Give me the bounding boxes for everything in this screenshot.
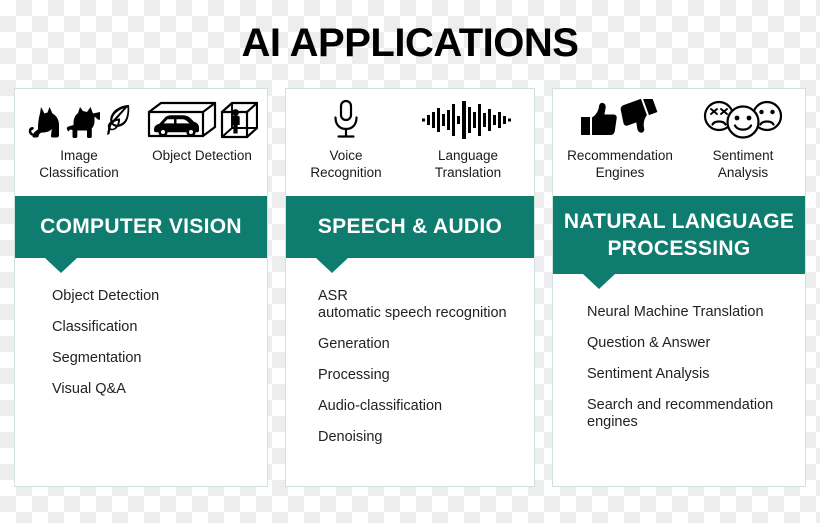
list-item: Denoising (318, 429, 383, 445)
banner-speech-and-audio: SPEECH & AUDIO (286, 196, 534, 273)
list-item: Audio-classification (318, 398, 443, 414)
icon-caption: Recommendation Engines (567, 148, 673, 180)
banner-natural-language-processing: NATURAL LANGUAGE PROCESSING (553, 196, 805, 289)
icon-panel-computer-vision: Image Classification Object Detection (15, 89, 267, 196)
page-title: AI APPLICATIONS (241, 21, 579, 65)
list-item: Segmentation (52, 350, 142, 366)
icon-caption: Language Translation (434, 148, 502, 180)
language-translation-icon (422, 97, 514, 143)
list-item: Classification (52, 319, 138, 335)
list-computer-vision: Object Detection Classification Segmenta… (15, 258, 267, 398)
list-item: Visual Q&A (52, 381, 126, 397)
icon-panel-natural-language-processing: Recommendation Engines Sentiment Analysi… (553, 89, 805, 196)
list-item: Search and recommendation engines (587, 397, 774, 430)
card-speech-and-audio: Voice Recognition Language Translation S… (285, 88, 535, 487)
icon-caption: Voice Recognition (310, 148, 382, 180)
icon-caption: Sentiment Analysis (712, 148, 774, 180)
banner-label: COMPUTER VISION (40, 215, 242, 238)
banner-label: NATURAL LANGUAGE PROCESSING (563, 210, 795, 260)
card-computer-vision: Image Classification Object Detection CO… (14, 88, 268, 487)
voice-recognition-icon (329, 97, 363, 143)
icon-group-language-translation: Language Translation (404, 89, 532, 181)
banner-computer-vision: COMPUTER VISION (15, 196, 267, 273)
icon-group-image-classification: Image Classification (18, 89, 140, 181)
icon-caption: Object Detection (152, 148, 252, 163)
list-speech-and-audio: ASR automatic speech recognition Generat… (286, 258, 534, 446)
list-item: ASR automatic speech recognition (318, 288, 507, 321)
recommendation-engines-icon (580, 97, 660, 143)
card-natural-language-processing: Recommendation Engines Sentiment Analysi… (552, 88, 806, 487)
list-item: Neural Machine Translation (587, 304, 764, 320)
list-item: Generation (318, 336, 390, 352)
list-item: Object Detection (52, 288, 160, 304)
icon-panel-speech-and-audio: Voice Recognition Language Translation (286, 89, 534, 196)
icon-group-object-detection: Object Detection (140, 89, 264, 164)
infographic-canvas: AI APPLICATIONS Image Classification Obj… (0, 0, 820, 523)
icon-group-voice-recognition: Voice Recognition (288, 89, 404, 181)
banner-label: SPEECH & AUDIO (317, 215, 503, 238)
object-detection-icon (146, 97, 258, 143)
list-natural-language-processing: Neural Machine Translation Question & An… (553, 274, 805, 431)
list-item: Question & Answer (587, 335, 711, 351)
icon-group-recommendation-engines: Recommendation Engines (556, 89, 684, 181)
icon-group-sentiment-analysis: Sentiment Analysis (684, 89, 802, 181)
image-classification-icon (27, 97, 131, 143)
list-item: Processing (318, 367, 390, 383)
icon-caption: Image Classification (39, 148, 119, 180)
list-item: Sentiment Analysis (587, 366, 710, 382)
sentiment-analysis-icon (702, 97, 784, 143)
